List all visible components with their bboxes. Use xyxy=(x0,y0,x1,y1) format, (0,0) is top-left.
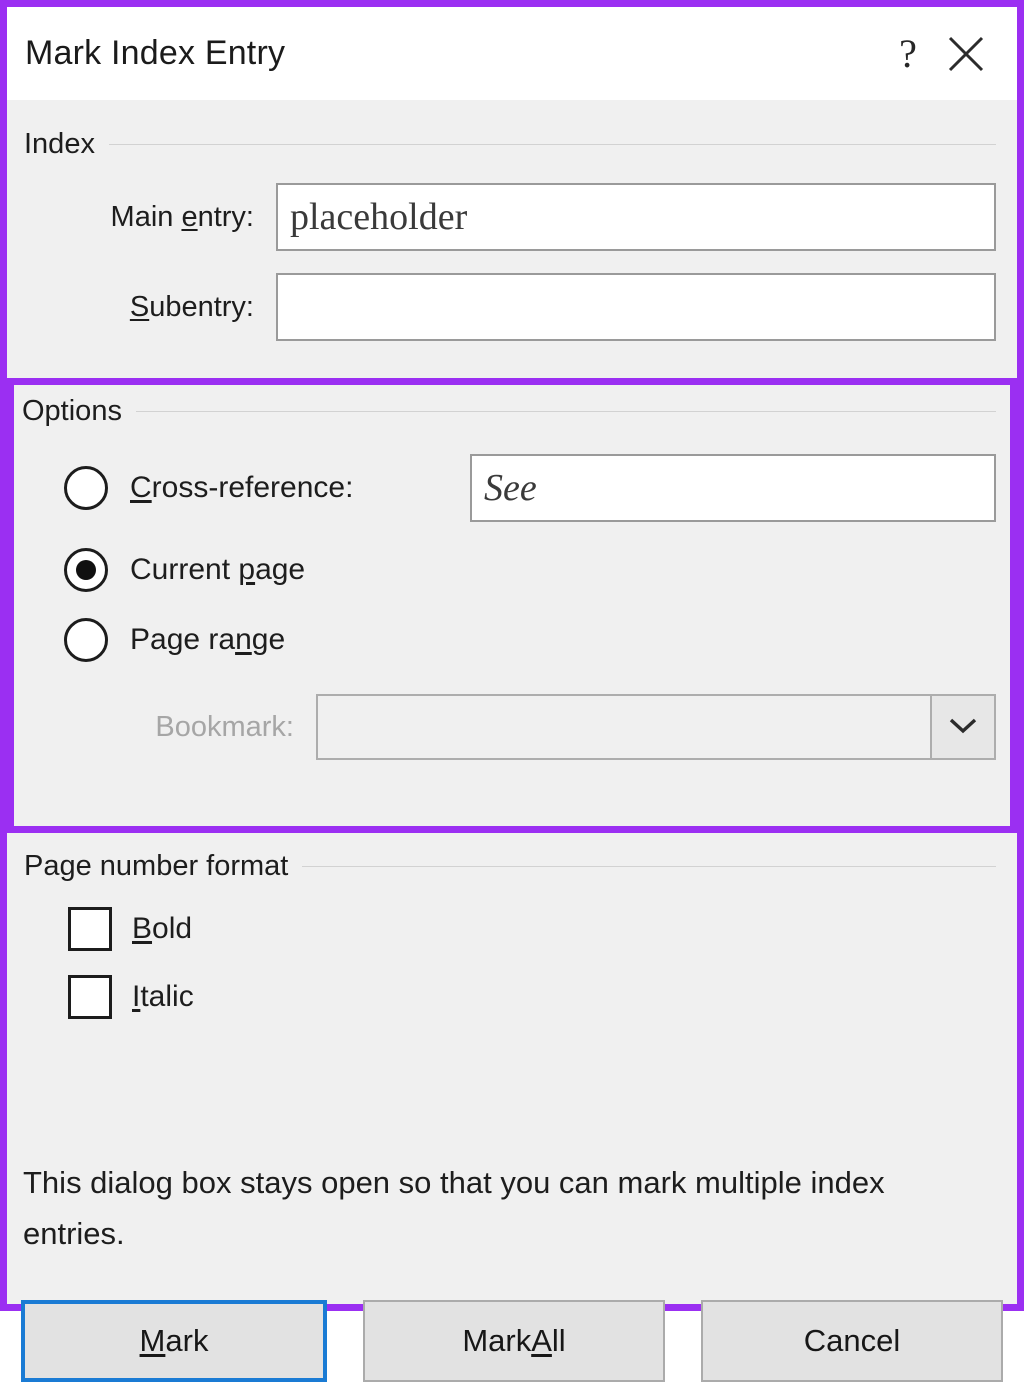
italic-label-tail: talic xyxy=(140,980,194,1013)
subentry-label: Subentry: xyxy=(24,291,276,324)
cross-reference-label-accel: C xyxy=(130,471,152,504)
current-page-label-accel: p xyxy=(238,553,256,586)
subentry-input[interactable] xyxy=(276,273,996,341)
main-entry-input[interactable]: placeholder xyxy=(276,183,996,251)
page-number-format-rule xyxy=(302,866,996,867)
cross-reference-row: Cross-reference: See xyxy=(22,454,996,522)
bold-label[interactable]: Bold xyxy=(132,912,192,946)
main-entry-label-text: Main xyxy=(110,200,182,233)
cross-reference-label[interactable]: Cross-reference: xyxy=(130,471,470,505)
index-group-label: Index xyxy=(24,128,95,160)
current-page-row: Current page xyxy=(22,548,996,592)
mark-button-tail: ark xyxy=(165,1323,209,1358)
dialog-note-text: This dialog box stays open so that you c… xyxy=(23,1165,885,1251)
main-entry-label: Main entry: xyxy=(24,201,276,234)
current-page-label-text: Current xyxy=(130,553,239,586)
mark-all-button[interactable]: Mark All xyxy=(363,1300,665,1382)
current-page-radio[interactable] xyxy=(64,548,108,592)
italic-checkbox[interactable] xyxy=(68,975,112,1019)
italic-label[interactable]: Italic xyxy=(132,980,194,1014)
chevron-down-icon xyxy=(946,714,980,741)
page-number-format-header: Page number format xyxy=(24,850,996,883)
mark-index-entry-dialog: Mark Index Entry ? Index Main entry: pla… xyxy=(0,0,1024,1382)
mark-all-button-tail: ll xyxy=(551,1323,566,1358)
bookmark-row: Bookmark: xyxy=(22,694,996,760)
bold-label-tail: old xyxy=(152,912,193,945)
bookmark-label: Bookmark: xyxy=(155,710,294,743)
subentry-label-tail: ubentry: xyxy=(149,290,254,323)
dialog-body: Index Main entry: placeholder Subentry: … xyxy=(7,100,1017,1382)
page-range-radio[interactable] xyxy=(64,618,108,662)
page-range-row: Page range xyxy=(22,618,996,662)
cancel-button[interactable]: Cancel xyxy=(701,1300,1003,1382)
options-group-rule xyxy=(135,411,996,412)
help-button[interactable]: ? xyxy=(879,25,937,83)
options-group-label: Options xyxy=(22,395,122,427)
options-group-header: Options xyxy=(22,395,996,428)
question-mark-help-icon: ? xyxy=(899,30,917,76)
bookmark-combobox[interactable] xyxy=(316,694,996,760)
close-x-icon xyxy=(944,32,988,76)
page-range-label-text: Page ra xyxy=(130,623,236,656)
mark-button[interactable]: Mark xyxy=(21,1300,327,1382)
index-group-rule xyxy=(108,144,996,145)
bold-checkbox[interactable] xyxy=(68,907,112,951)
current-page-label[interactable]: Current page xyxy=(130,553,305,587)
close-button[interactable] xyxy=(937,25,995,83)
bookmark-dropdown-button[interactable] xyxy=(930,696,994,758)
page-number-format-label: Page number format xyxy=(24,850,289,882)
options-group-highlight: Options Cross-reference: See Current pag… xyxy=(7,378,1017,833)
italic-row: Italic xyxy=(24,975,996,1019)
subentry-row: Subentry: xyxy=(24,273,996,341)
mark-all-button-accel: A xyxy=(531,1323,552,1358)
index-group-header: Index xyxy=(24,128,996,161)
mark-button-accel: M xyxy=(139,1323,166,1358)
dialog-title: Mark Index Entry xyxy=(25,34,286,72)
bold-row: Bold xyxy=(24,907,996,951)
page-range-label-tail: ge xyxy=(251,623,286,656)
dialog-button-bar: Mark Mark All Cancel xyxy=(7,1296,1017,1386)
index-group: Index Main entry: placeholder Subentry: xyxy=(16,118,1008,378)
cross-reference-label-tail: ross-reference: xyxy=(151,471,354,504)
cross-reference-input[interactable]: See xyxy=(470,454,996,522)
bold-label-accel: B xyxy=(132,912,153,945)
subentry-label-accel: S xyxy=(129,290,150,323)
main-entry-row: Main entry: placeholder xyxy=(24,183,996,251)
dialog-titlebar: Mark Index Entry ? xyxy=(7,7,1017,100)
cross-reference-radio[interactable] xyxy=(64,466,108,510)
page-range-label-accel: n xyxy=(235,623,252,656)
main-entry-label-accel: e xyxy=(181,200,198,233)
page-number-format-group: Page number format Bold Italic xyxy=(16,840,1008,1040)
mark-all-button-text: Mark xyxy=(462,1323,532,1358)
current-page-label-tail: age xyxy=(255,553,306,586)
page-range-label[interactable]: Page range xyxy=(130,623,285,657)
main-entry-label-tail: ntry: xyxy=(197,200,254,233)
